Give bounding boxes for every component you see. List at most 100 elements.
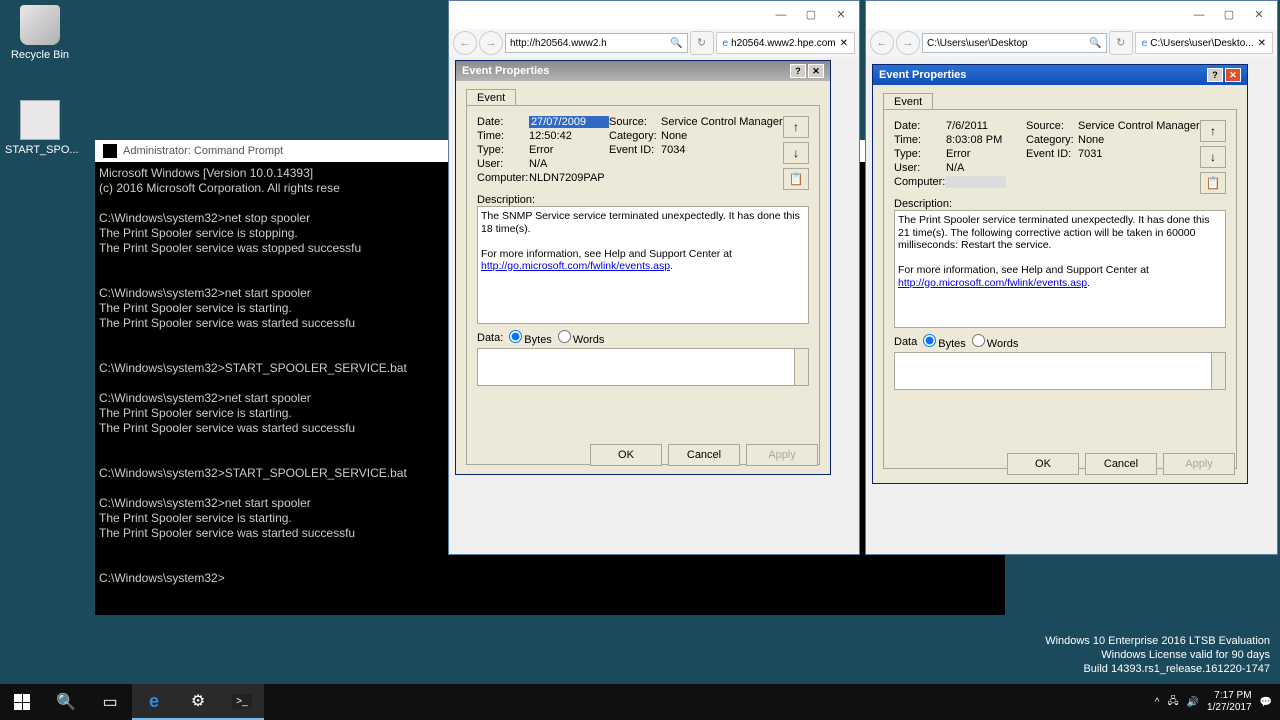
recycle-bin[interactable]: Recycle Bin [5, 5, 75, 61]
system-tray[interactable]: ^ 🖧 🔊 7:17 PM 1/27/2017 💬 [1155, 690, 1280, 714]
apply-button[interactable]: Apply [1163, 453, 1235, 475]
taskbar[interactable]: 🔍 ▭ e ⚙ >_ ^ 🖧 🔊 7:17 PM 1/27/2017 💬 [0, 684, 1280, 720]
minimize-button[interactable]: — [1185, 5, 1213, 25]
event-properties-dialog-right[interactable]: Event Properties ? ✕ Event ↑ ↓ 📋 Date: 7… [872, 64, 1248, 484]
event-tab[interactable]: Event [883, 93, 933, 110]
forward-button[interactable]: → [896, 31, 920, 55]
type-label: Type: [477, 144, 529, 156]
back-button[interactable]: ← [453, 31, 477, 55]
close-button[interactable]: ✕ [1225, 68, 1241, 82]
date-label: Date: [477, 116, 529, 128]
browser-tab[interactable]: eC:\Users\user\Deskto...✕ [1135, 32, 1273, 54]
refresh-button[interactable]: ↻ [690, 31, 714, 55]
type-label: Type: [894, 148, 946, 160]
maximize-button[interactable]: ▢ [797, 5, 825, 25]
ok-button[interactable]: OK [1007, 453, 1079, 475]
words-radio[interactable]: Words [558, 330, 605, 346]
source-label: Source: [1026, 120, 1078, 132]
notifications-icon[interactable]: 💬 [1260, 697, 1272, 708]
time-value: 8:03:08 PM [946, 134, 1026, 146]
maximize-button[interactable]: ▢ [1215, 5, 1243, 25]
dialog-titlebar[interactable]: Event Properties ? ✕ [873, 65, 1247, 85]
close-button[interactable]: ✕ [1245, 5, 1273, 25]
address-bar[interactable]: http://h20564.www2.h🔍 [505, 33, 688, 53]
type-value: Error [946, 148, 1026, 160]
type-value: Error [529, 144, 609, 156]
close-button[interactable]: ✕ [808, 64, 824, 78]
cmd-icon [103, 144, 117, 158]
recycle-bin-label: Recycle Bin [5, 49, 75, 61]
dialog-titlebar[interactable]: Event Properties ? ✕ [456, 61, 830, 81]
time-label: Time: [477, 130, 529, 142]
words-radio[interactable]: Words [972, 334, 1019, 350]
description-label: Description: [894, 198, 1226, 210]
close-button[interactable]: ✕ [827, 5, 855, 25]
settings-taskbar-button[interactable]: ⚙ [176, 684, 220, 720]
address-bar[interactable]: C:\Users\user\Desktop🔍 [922, 33, 1107, 53]
up-arrow-button[interactable]: ↑ [1200, 120, 1226, 142]
eventid-label: Event ID: [609, 144, 661, 156]
data-box[interactable] [477, 348, 809, 386]
batch-file-shortcut[interactable]: START_SPO... [5, 100, 75, 156]
tab-close-icon[interactable]: ✕ [1258, 38, 1266, 49]
minimize-button[interactable]: — [767, 5, 795, 25]
description-box[interactable]: The Print Spooler service terminated une… [894, 210, 1226, 328]
down-arrow-button[interactable]: ↓ [1200, 146, 1226, 168]
computer-value: NLDN7209PAP [529, 172, 809, 184]
computer-label: Computer: [894, 176, 946, 188]
ie-right-navbar: ← → C:\Users\user\Desktop🔍 ↻ eC:\Users\u… [866, 29, 1277, 57]
user-value: N/A [529, 158, 609, 170]
batch-file-label: START_SPO... [5, 144, 75, 156]
help-button[interactable]: ? [1207, 68, 1223, 82]
user-label: User: [894, 162, 946, 174]
ie-right-titlebar[interactable]: — ▢ ✕ [866, 1, 1277, 29]
cancel-button[interactable]: Cancel [668, 444, 740, 466]
browser-tab[interactable]: eh20564.www2.hpe.com✕ [716, 32, 855, 54]
time-value: 12:50:42 [529, 130, 609, 142]
eventid-label: Event ID: [1026, 148, 1078, 160]
ie-taskbar-button[interactable]: e [132, 684, 176, 720]
description-box[interactable]: The SNMP Service service terminated unex… [477, 206, 809, 324]
copy-button[interactable]: 📋 [1200, 172, 1226, 194]
task-view-button[interactable]: ▭ [88, 684, 132, 720]
clock[interactable]: 7:17 PM 1/27/2017 [1207, 690, 1252, 714]
help-link[interactable]: http://go.microsoft.com/fwlink/events.as… [898, 277, 1087, 289]
volume-icon[interactable]: 🔊 [1187, 697, 1199, 708]
refresh-button[interactable]: ↻ [1109, 31, 1133, 55]
category-label: Category: [1026, 134, 1078, 146]
cmd-title-text: Administrator: Command Prompt [123, 145, 283, 157]
user-label: User: [477, 158, 529, 170]
ok-button[interactable]: OK [590, 444, 662, 466]
scrollbar[interactable] [794, 349, 808, 385]
event-properties-dialog-left[interactable]: Event Properties ? ✕ Event ↑ ↓ 📋 Date: 2… [455, 60, 831, 475]
data-box[interactable] [894, 352, 1226, 390]
scrollbar[interactable] [1211, 353, 1225, 389]
batch-file-icon [20, 100, 60, 140]
help-link[interactable]: http://go.microsoft.com/fwlink/events.as… [481, 260, 670, 272]
copy-button[interactable]: 📋 [783, 168, 809, 190]
cmd-taskbar-button[interactable]: >_ [220, 684, 264, 720]
ie-left-navbar: ← → http://h20564.www2.h🔍 ↻ eh20564.www2… [449, 29, 859, 57]
cancel-button[interactable]: Cancel [1085, 453, 1157, 475]
data-label: Data [894, 336, 917, 348]
source-label: Source: [609, 116, 661, 128]
up-arrow-button[interactable]: ↑ [783, 116, 809, 138]
data-label: Data: [477, 332, 503, 344]
forward-button[interactable]: → [479, 31, 503, 55]
apply-button[interactable]: Apply [746, 444, 818, 466]
event-tab[interactable]: Event [466, 89, 516, 106]
help-button[interactable]: ? [790, 64, 806, 78]
time-label: Time: [894, 134, 946, 146]
ie-icon: e [149, 691, 159, 712]
tray-chevron-icon[interactable]: ^ [1155, 697, 1160, 708]
bytes-radio[interactable]: Bytes [923, 334, 966, 350]
date-value: 27/07/2009 [529, 116, 609, 128]
ie-left-titlebar[interactable]: — ▢ ✕ [449, 1, 859, 29]
down-arrow-button[interactable]: ↓ [783, 142, 809, 164]
search-button[interactable]: 🔍 [44, 684, 88, 720]
network-icon[interactable]: 🖧 [1167, 694, 1178, 711]
bytes-radio[interactable]: Bytes [509, 330, 552, 346]
tab-close-icon[interactable]: ✕ [840, 38, 848, 49]
start-button[interactable] [0, 684, 44, 720]
back-button[interactable]: ← [870, 31, 894, 55]
